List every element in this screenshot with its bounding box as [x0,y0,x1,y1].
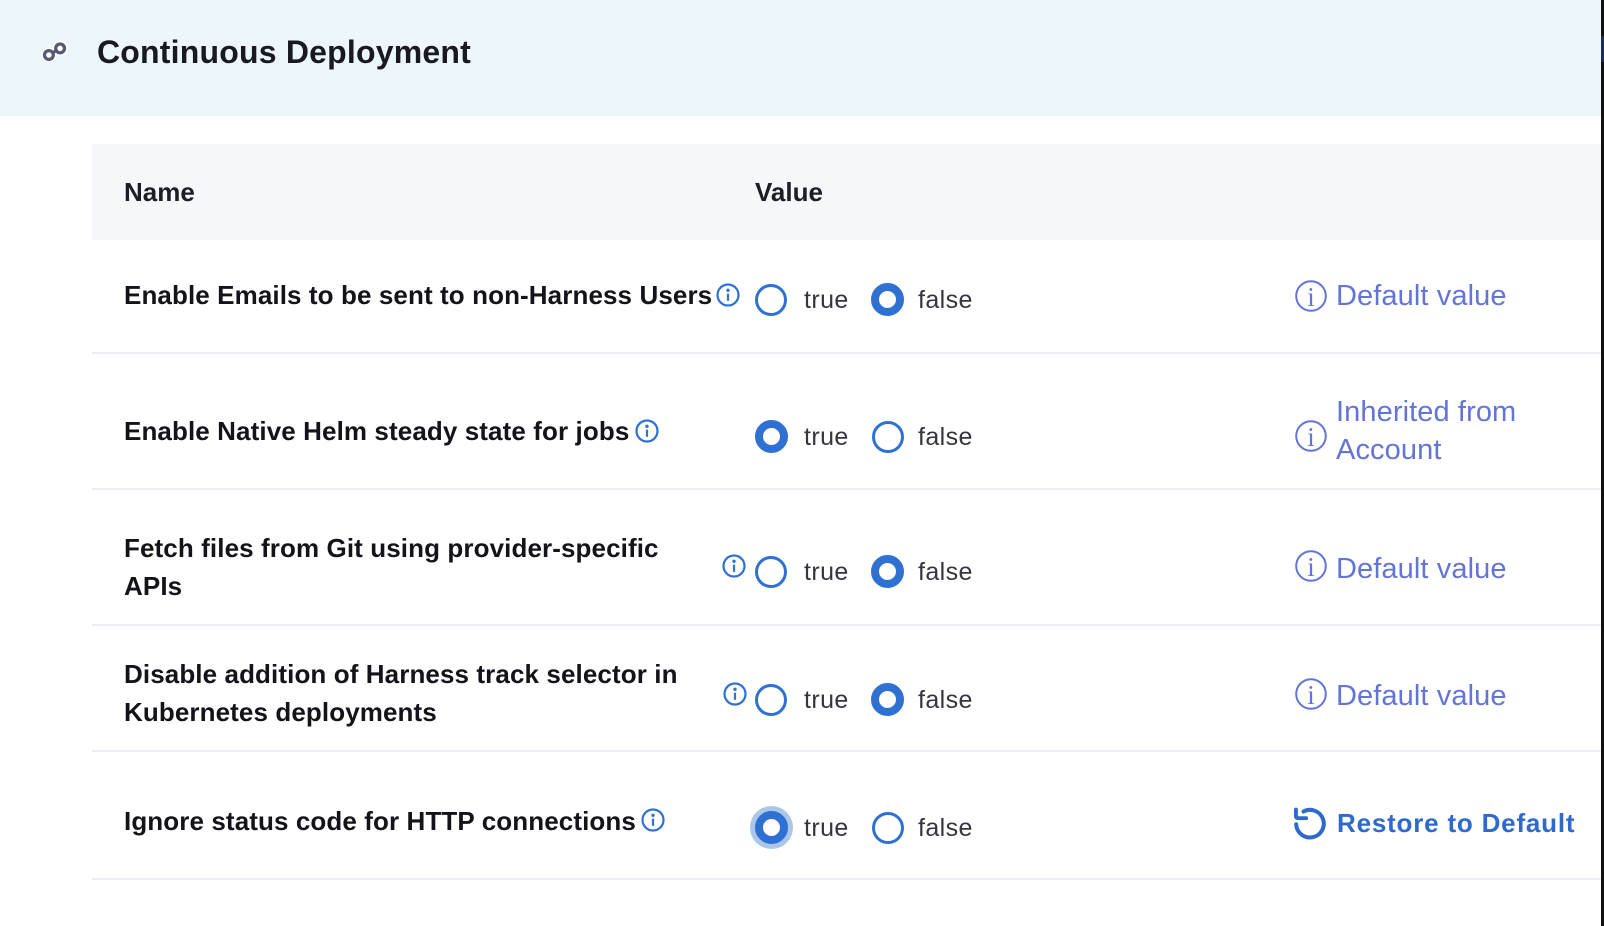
svg-text:i: i [1307,282,1315,312]
svg-text:i: i [1307,552,1315,582]
svg-text:i: i [1307,680,1315,710]
svg-text:i: i [1307,422,1315,452]
